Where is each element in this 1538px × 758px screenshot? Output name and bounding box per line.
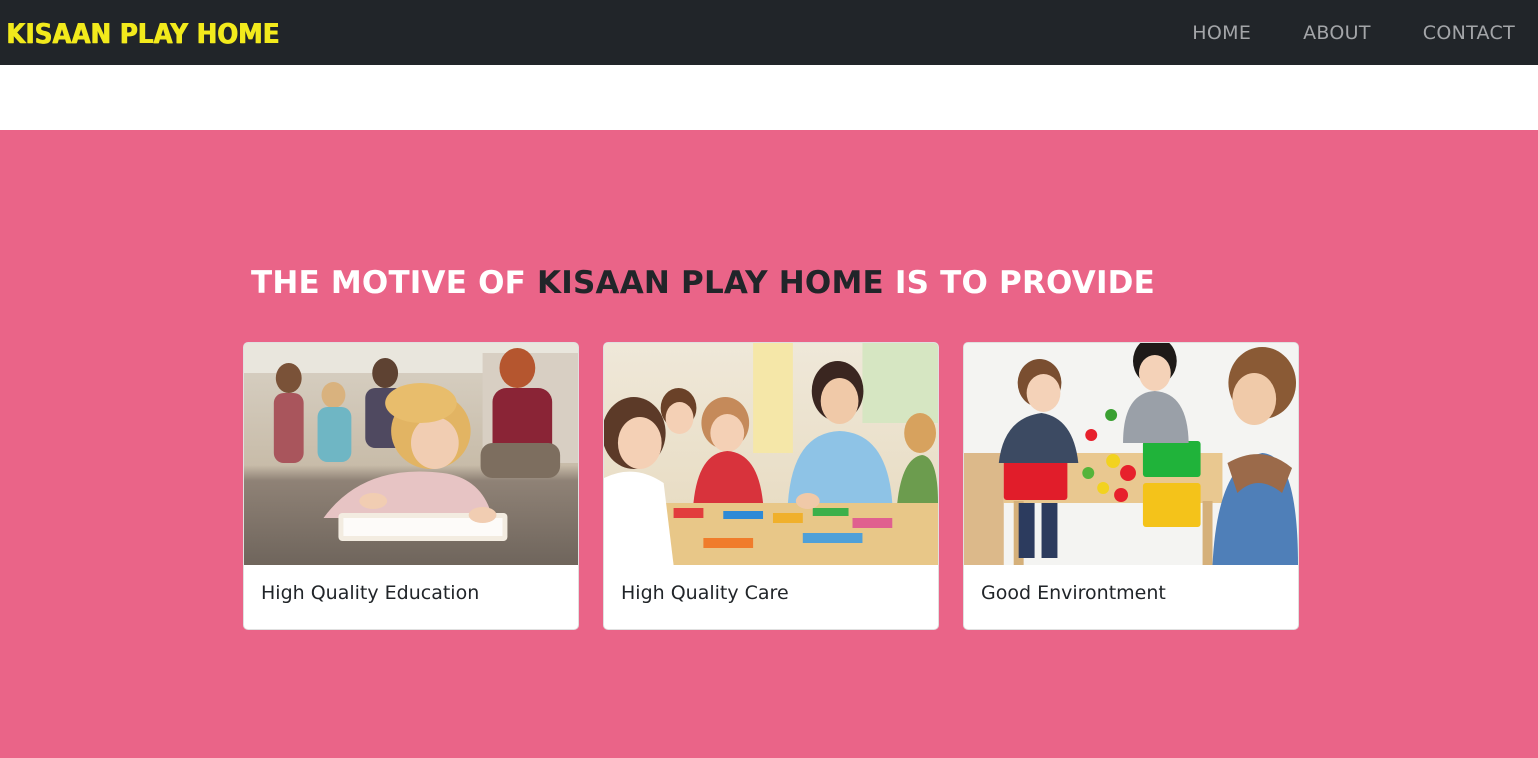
heading-accent: KISAAN PLAY HOME — [537, 265, 884, 301]
motive-section: THE MOTIVE OF KISAAN PLAY HOME IS TO PRO… — [0, 130, 1538, 758]
nav-link-about[interactable]: ABOUT — [1303, 22, 1371, 44]
card-title: Good Environtment — [981, 582, 1166, 604]
card-title: High Quality Care — [621, 582, 789, 604]
feature-cards: High Quality Education High Quality Care… — [243, 342, 1299, 630]
brand-logo[interactable]: KISAAN PLAY HOME — [6, 14, 279, 54]
section-heading: THE MOTIVE OF KISAAN PLAY HOME IS TO PRO… — [251, 263, 1155, 303]
navbar: KISAAN PLAY HOME HOME ABOUT CONTACT — [0, 0, 1538, 65]
card-environment[interactable]: Good Environtment — [963, 342, 1299, 630]
heading-suffix: IS TO PROVIDE — [883, 265, 1155, 301]
white-spacer — [0, 65, 1538, 130]
nav-link-contact[interactable]: CONTACT — [1423, 22, 1515, 44]
heading-prefix: THE MOTIVE OF — [251, 265, 538, 301]
card-education[interactable]: High Quality Education — [243, 342, 579, 630]
kids-playing-with-baskets-photo — [964, 343, 1298, 565]
teacher-with-children-photo — [604, 343, 938, 565]
card-title: High Quality Education — [261, 582, 480, 604]
nav-link-home[interactable]: HOME — [1192, 22, 1251, 44]
girl-reading-book-photo — [244, 343, 578, 565]
card-care[interactable]: High Quality Care — [603, 342, 939, 630]
main-nav: HOME ABOUT CONTACT — [1192, 0, 1538, 65]
